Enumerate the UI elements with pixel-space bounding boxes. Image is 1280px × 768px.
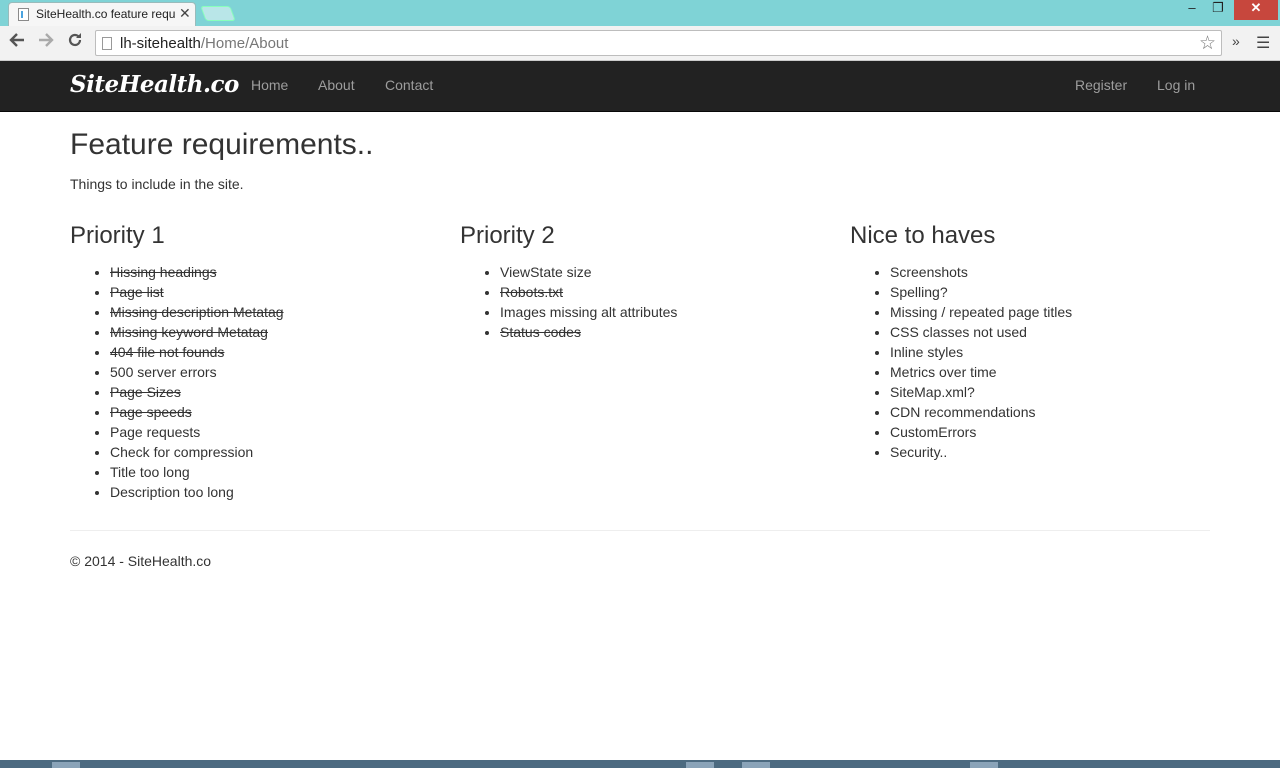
browser-menu-icon[interactable]: ☰	[1256, 33, 1270, 53]
list-item: Metrics over time	[890, 362, 1210, 382]
list-item: Security..	[890, 442, 1210, 462]
list-item: Page speeds	[110, 402, 430, 422]
forward-arrow-icon[interactable]	[37, 31, 55, 54]
reload-icon[interactable]	[66, 31, 84, 54]
list-item: Status codes	[500, 322, 820, 342]
back-arrow-icon[interactable]	[8, 31, 26, 54]
list-item: 500 server errors	[110, 362, 430, 382]
address-bar[interactable]: lh-sitehealth/Home/About ☆	[95, 30, 1222, 56]
column-heading: Nice to haves	[850, 222, 996, 249]
list-item: Inline styles	[890, 342, 1210, 362]
taskbar-item[interactable]	[970, 762, 998, 768]
list-item: Hissing headings	[110, 262, 430, 282]
footer-divider	[70, 530, 1210, 531]
nav-link-register[interactable]: Register	[1075, 77, 1127, 93]
list-item: Missing keyword Metatag	[110, 322, 430, 342]
list-item: SiteMap.xml?	[890, 382, 1210, 402]
nav-link-contact[interactable]: Contact	[385, 77, 433, 93]
list-item: CDN recommendations	[890, 402, 1210, 422]
list-item: Description too long	[110, 482, 430, 502]
footer-copyright: © 2014 - SiteHealth.co	[70, 553, 212, 569]
site-navbar: SiteHealth.co Home About Contact Registe…	[0, 61, 1280, 112]
bookmark-star-icon[interactable]: ☆	[1199, 32, 1216, 55]
window-restore-button[interactable]: ❐	[1206, 0, 1230, 20]
feature-list: Hissing headingsPage listMissing descrip…	[110, 262, 430, 502]
page-title: Feature requirements..	[70, 128, 374, 161]
list-item: CSS classes not used	[890, 322, 1210, 342]
extensions-chevron-icon[interactable]: »	[1232, 33, 1240, 49]
list-item: Missing description Metatag	[110, 302, 430, 322]
tab-close-icon[interactable]: ✕	[179, 5, 191, 22]
nav-link-home[interactable]: Home	[251, 77, 288, 93]
nav-link-login[interactable]: Log in	[1157, 77, 1195, 93]
list-item: Page requests	[110, 422, 430, 442]
list-item: Screenshots	[890, 262, 1210, 282]
brand-logo[interactable]: SiteHealth.co	[70, 71, 239, 98]
nav-link-about[interactable]: About	[318, 77, 355, 93]
taskbar-item[interactable]	[686, 762, 714, 768]
page-favicon-icon	[18, 8, 29, 21]
os-taskbar	[0, 760, 1280, 768]
browser-titlebar: SiteHealth.co feature requ ✕ ‒ ❐ ✕	[0, 0, 1280, 26]
list-item: Spelling?	[890, 282, 1210, 302]
list-item: Page Sizes	[110, 382, 430, 402]
list-item: Robots.txt	[500, 282, 820, 302]
list-item: Title too long	[110, 462, 430, 482]
list-item: 404 file not founds	[110, 342, 430, 362]
column-priority-1: Priority 1 Hissing headingsPage listMiss…	[70, 222, 430, 502]
list-item: ViewState size	[500, 262, 820, 282]
list-item: CustomErrors	[890, 422, 1210, 442]
taskbar-item[interactable]	[742, 762, 770, 768]
window-close-button[interactable]: ✕	[1234, 0, 1278, 20]
column-heading: Priority 2	[460, 222, 555, 249]
list-item: Page list	[110, 282, 430, 302]
feature-list: ScreenshotsSpelling?Missing / repeated p…	[890, 262, 1210, 462]
new-tab-button[interactable]	[200, 6, 236, 21]
address-url[interactable]: lh-sitehealth/Home/About	[120, 35, 288, 52]
column-nice-to-haves: Nice to haves ScreenshotsSpelling?Missin…	[850, 222, 1210, 462]
page-icon	[102, 37, 112, 50]
tab-title: SiteHealth.co feature requ	[36, 7, 176, 21]
window-minimize-button[interactable]: ‒	[1180, 0, 1204, 20]
browser-toolbar: lh-sitehealth/Home/About ☆ » ☰	[0, 26, 1280, 61]
feature-list: ViewState sizeRobots.txtImages missing a…	[500, 262, 820, 342]
list-item: Check for compression	[110, 442, 430, 462]
column-heading: Priority 1	[70, 222, 165, 249]
page-subtitle: Things to include in the site.	[70, 176, 244, 192]
browser-tab-active[interactable]: SiteHealth.co feature requ ✕	[8, 2, 196, 26]
list-item: Images missing alt attributes	[500, 302, 820, 322]
url-path: /Home/About	[200, 35, 289, 52]
url-host: lh-sitehealth	[120, 35, 201, 52]
taskbar-item[interactable]	[52, 762, 80, 768]
list-item: Missing / repeated page titles	[890, 302, 1210, 322]
column-priority-2: Priority 2 ViewState sizeRobots.txtImage…	[460, 222, 820, 342]
